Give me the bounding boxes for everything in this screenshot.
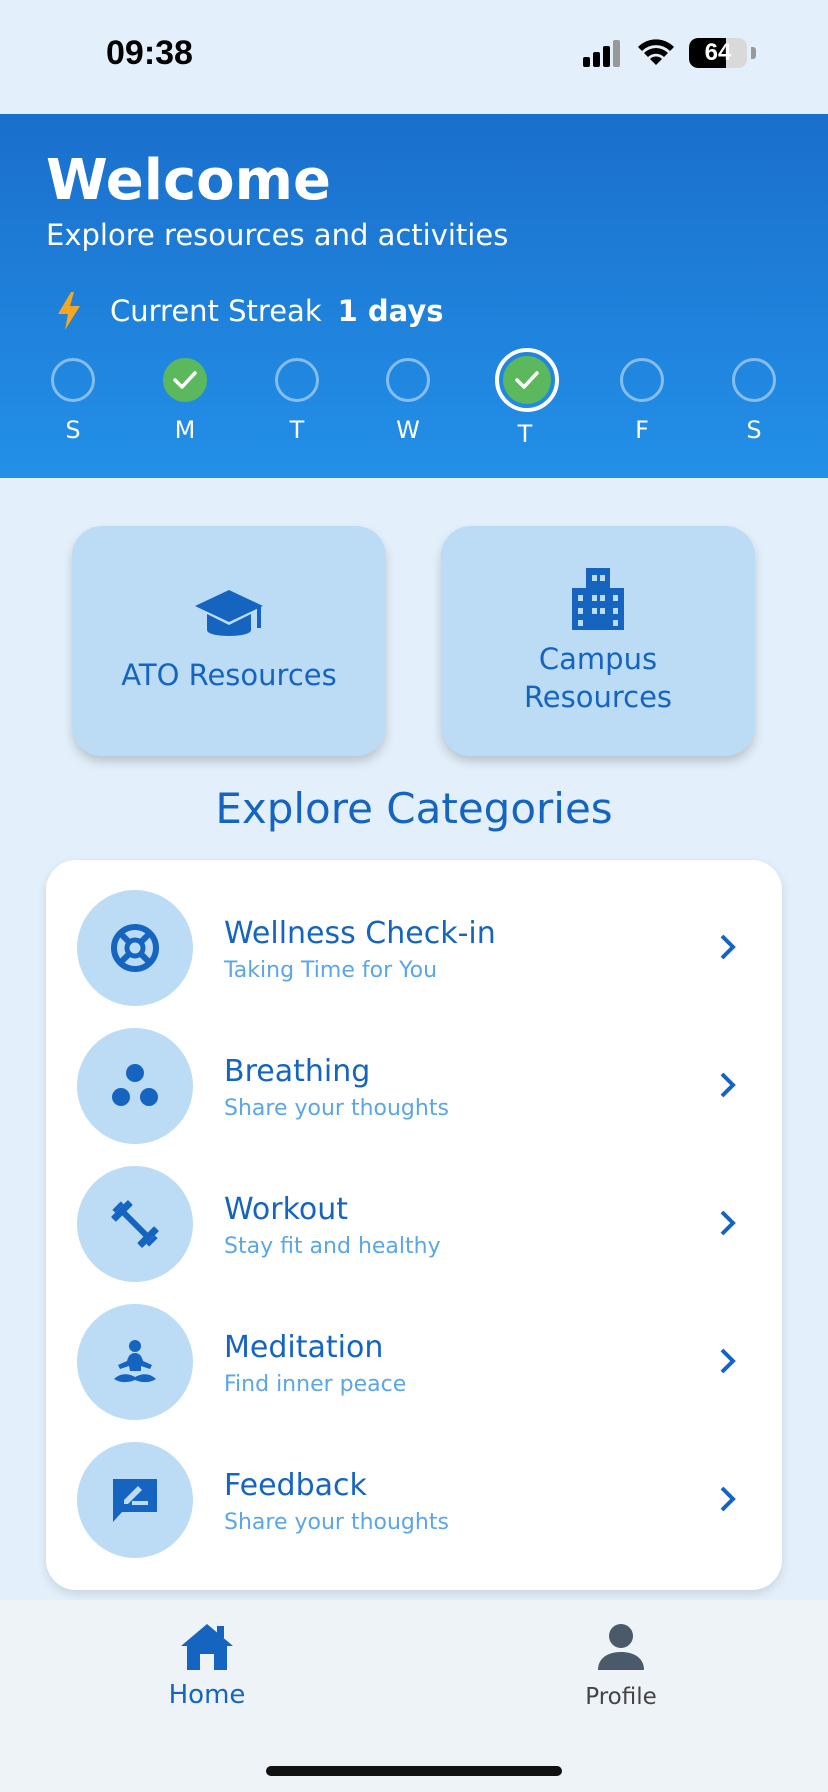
campus-resources-card[interactable]: Campus Resources xyxy=(441,526,755,756)
category-icon-circle xyxy=(77,1028,193,1144)
battery-level: 64 xyxy=(704,39,732,66)
category-meditation[interactable]: Meditation Find inner peace xyxy=(46,1274,782,1420)
day-1: M xyxy=(155,358,215,444)
chevron-right-icon xyxy=(720,1348,736,1374)
life-ring-icon xyxy=(111,924,159,972)
day-label: M xyxy=(174,416,196,444)
campus-resources-label: Campus Resources xyxy=(524,640,672,716)
section-title: Explore Categories xyxy=(215,784,613,833)
category-title: Workout xyxy=(224,1192,349,1227)
category-feedback[interactable]: Feedback Share your thoughts xyxy=(46,1412,782,1558)
day-2: T xyxy=(267,358,327,444)
lightning-bolt-icon xyxy=(58,292,80,330)
day-status-circle xyxy=(732,358,776,402)
chevron-right-icon xyxy=(720,1072,736,1098)
category-subtitle: Taking Time for You xyxy=(224,958,438,983)
day-status-circle xyxy=(275,358,319,402)
battery-icon: 64 xyxy=(689,38,747,68)
feedback-icon xyxy=(113,1479,157,1522)
signal-icon xyxy=(583,40,620,67)
category-icon-circle xyxy=(77,1442,193,1558)
streak-value: 1 days xyxy=(337,294,444,328)
page-title: Welcome xyxy=(46,148,331,213)
category-icon-circle xyxy=(77,1304,193,1420)
day-status-circle xyxy=(386,358,430,402)
category-list: Wellness Check-in Taking Time for You Br… xyxy=(46,860,782,1590)
day-label: W xyxy=(396,416,420,444)
category-breathing[interactable]: Breathing Share your thoughts xyxy=(46,998,782,1144)
day-6: S xyxy=(724,358,784,444)
category-subtitle: Share your thoughts xyxy=(224,1510,449,1535)
nav-home-tab[interactable]: Home xyxy=(107,1622,307,1710)
category-subtitle: Share your thoughts xyxy=(224,1096,449,1121)
category-icon-circle xyxy=(77,1166,193,1282)
ato-resources-label: ATO Resources xyxy=(121,658,337,692)
page-subtitle: Explore resources and activities xyxy=(46,218,509,252)
category-subtitle: Find inner peace xyxy=(224,1372,407,1397)
day-label: S xyxy=(65,416,81,444)
day-label: T xyxy=(517,420,533,448)
day-status-circle xyxy=(163,358,207,402)
category-wellness-check-in[interactable]: Wellness Check-in Taking Time for You xyxy=(46,860,782,1006)
day-status-circle xyxy=(51,358,95,402)
category-title: Wellness Check-in xyxy=(224,916,496,951)
home-icon xyxy=(181,1624,233,1670)
status-bar: 09:38 64 xyxy=(0,0,828,114)
meditation-icon xyxy=(114,1340,156,1383)
nav-home-label: Home xyxy=(168,1680,246,1710)
day-status-circle xyxy=(495,348,559,412)
welcome-header: Welcome Explore resources and activities… xyxy=(0,114,828,478)
category-title: Meditation xyxy=(224,1330,384,1365)
streak-label: Current Streak xyxy=(110,294,322,328)
day-status-circle xyxy=(620,358,664,402)
day-4: T xyxy=(495,348,559,448)
graduation-cap-icon xyxy=(195,590,263,636)
status-time: 09:38 xyxy=(106,34,193,72)
bottom-nav: Home Profile xyxy=(0,1600,828,1792)
day-status-fill xyxy=(503,356,551,404)
nav-profile-label: Profile xyxy=(585,1684,657,1710)
category-workout[interactable]: Workout Stay fit and healthy xyxy=(46,1136,782,1282)
day-label: S xyxy=(746,416,762,444)
day-5: F xyxy=(612,358,672,444)
nav-profile-tab[interactable]: Profile xyxy=(521,1622,721,1710)
day-label: F xyxy=(635,416,649,444)
chevron-right-icon xyxy=(720,934,736,960)
home-indicator xyxy=(266,1766,562,1776)
category-title: Breathing xyxy=(224,1054,371,1089)
wifi-icon xyxy=(638,39,674,65)
checkmark-icon xyxy=(173,371,197,389)
category-subtitle: Stay fit and healthy xyxy=(224,1234,441,1259)
chevron-right-icon xyxy=(720,1210,736,1236)
person-icon xyxy=(598,1624,644,1670)
ato-resources-card[interactable]: ATO Resources xyxy=(72,526,386,756)
three-dots-icon xyxy=(112,1064,158,1106)
building-icon xyxy=(572,568,624,630)
chevron-right-icon xyxy=(720,1486,736,1512)
category-title: Feedback xyxy=(224,1468,367,1503)
category-icon-circle xyxy=(77,890,193,1006)
day-0: S xyxy=(43,358,103,444)
dumbbell-icon xyxy=(111,1200,159,1248)
battery-nub xyxy=(751,47,756,59)
checkmark-icon xyxy=(515,371,539,389)
status-icons: 64 xyxy=(583,38,756,68)
day-3: W xyxy=(378,358,438,444)
campus-label-line1: Campus Resources xyxy=(523,642,673,714)
day-label: T xyxy=(289,416,305,444)
streak-row: Current Streak 1 days xyxy=(56,292,444,330)
